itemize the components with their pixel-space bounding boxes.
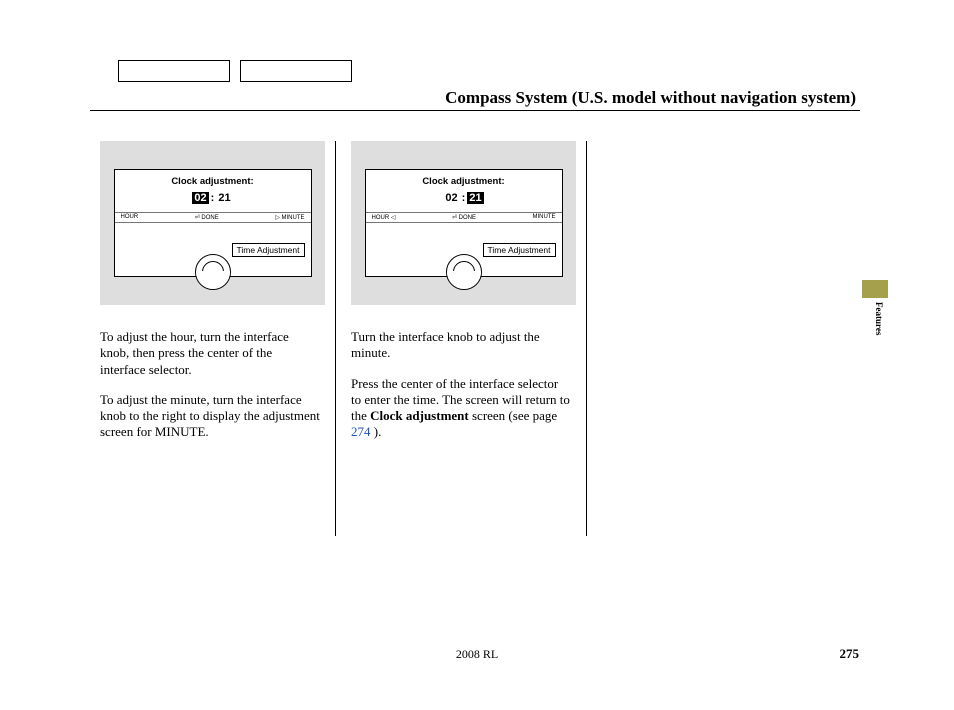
- label-hour: HOUR: [121, 214, 139, 221]
- section-tab-label: Features: [874, 302, 884, 335]
- time-separator: :: [211, 192, 215, 204]
- label-hour: HOUR ◁: [372, 214, 396, 221]
- placeholder-box-2: [240, 60, 352, 82]
- time-hour: 02: [192, 192, 208, 204]
- time-display: 02 : 21: [192, 192, 232, 204]
- page-link-274[interactable]: 274: [351, 424, 371, 439]
- title-divider: [90, 110, 860, 111]
- time-minute: 21: [467, 192, 483, 204]
- nav-label-row: HOUR ◁ ⏎ DONE MINUTE: [366, 212, 562, 223]
- figure-clock-hour: Clock adjustment: 02 : 21 HOUR ⏎ DONE ▷ …: [100, 141, 325, 305]
- time-hour: 02: [443, 192, 459, 204]
- screen-bottom: Time Adjustment: [366, 223, 562, 276]
- knob-icon: [446, 254, 482, 290]
- screen-bottom: Time Adjustment: [115, 223, 311, 276]
- column-3: [592, 141, 832, 536]
- screen-minute-inner: Clock adjustment: 02 : 21 HOUR ◁ ⏎ DONE …: [365, 169, 563, 277]
- footer-model-year: 2008 RL: [0, 647, 954, 662]
- col1-paragraph-2: To adjust the minute, turn the interface…: [100, 392, 320, 441]
- figure-clock-minute: Clock adjustment: 02 : 21 HOUR ◁ ⏎ DONE …: [351, 141, 576, 305]
- column-separator-1: [335, 141, 336, 536]
- label-done: ⏎ DONE: [195, 214, 219, 221]
- placeholder-box-1: [118, 60, 230, 82]
- column-separator-2: [586, 141, 587, 536]
- time-adjustment-label: Time Adjustment: [232, 243, 305, 257]
- col1-paragraph-1: To adjust the hour, turn the interface k…: [100, 329, 320, 378]
- screen-hour-inner: Clock adjustment: 02 : 21 HOUR ⏎ DONE ▷ …: [114, 169, 312, 277]
- col2-paragraph-1: Turn the interface knob to adjust the mi…: [351, 329, 571, 362]
- section-tab: [862, 280, 888, 298]
- time-separator: :: [462, 192, 466, 204]
- screen-title: Clock adjustment:: [171, 176, 253, 187]
- label-minute: MINUTE: [532, 214, 555, 221]
- time-minute: 21: [216, 192, 232, 204]
- nav-label-row: HOUR ⏎ DONE ▷ MINUTE: [115, 212, 311, 223]
- time-display: 02 : 21: [443, 192, 483, 204]
- knob-icon: [195, 254, 231, 290]
- page-number: 275: [840, 646, 860, 662]
- page-title: Compass System (U.S. model without navig…: [90, 88, 860, 108]
- col2-paragraph-2: Press the center of the interface select…: [351, 376, 571, 441]
- column-2: Clock adjustment: 02 : 21 HOUR ◁ ⏎ DONE …: [341, 141, 581, 536]
- time-adjustment-label: Time Adjustment: [483, 243, 556, 257]
- column-1: Clock adjustment: 02 : 21 HOUR ⏎ DONE ▷ …: [90, 141, 330, 536]
- screen-title: Clock adjustment:: [422, 176, 504, 187]
- label-minute: ▷ MINUTE: [275, 214, 304, 221]
- top-placeholder-boxes: [118, 60, 860, 82]
- label-done: ⏎ DONE: [452, 214, 476, 221]
